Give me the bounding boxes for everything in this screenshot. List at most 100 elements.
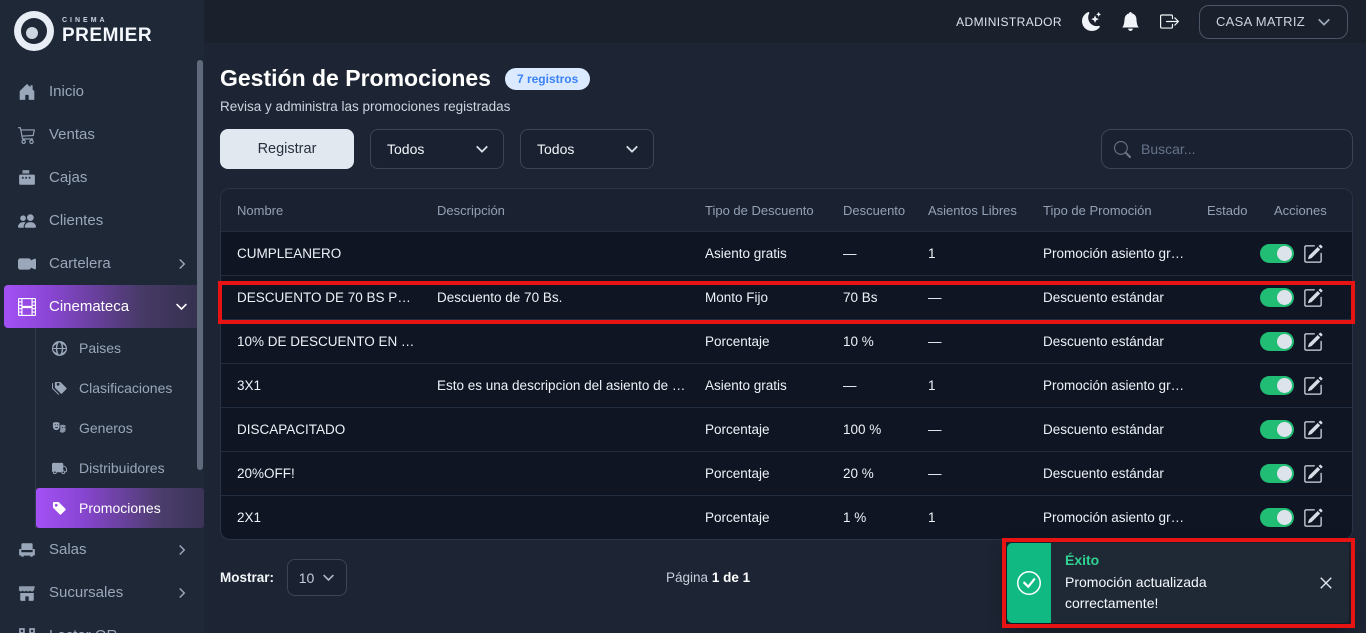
- register-button[interactable]: Registrar: [220, 129, 354, 169]
- cell-nombre: CUMPLEANERO: [221, 246, 421, 261]
- branch-selector[interactable]: CASA MATRIZ: [1199, 5, 1348, 39]
- film-icon: [18, 298, 36, 316]
- sidebar-item-cartelera[interactable]: Cartelera: [0, 242, 204, 285]
- brand-logo: CINEMA PREMIER: [0, 0, 204, 62]
- table-row: 20%OFF! Porcentaje 20 % — Descuento está…: [221, 451, 1352, 495]
- cell-tipo-promocion: Descuento estándar: [1027, 334, 1191, 349]
- close-icon[interactable]: [1319, 576, 1333, 590]
- cell-tipo-promocion: Promoción asiento gratis: [1027, 246, 1191, 261]
- status-toggle[interactable]: [1260, 376, 1294, 395]
- cell-descuento: 1 %: [827, 510, 912, 525]
- cell-descuento: 70 Bs: [827, 290, 912, 305]
- moon-stars-icon[interactable]: [1082, 12, 1101, 31]
- brand-logo-icon: [14, 11, 54, 51]
- cell-descuento: 10 %: [827, 334, 912, 349]
- sidebar-item-promociones[interactable]: Promociones: [36, 488, 204, 528]
- qr-code-icon: [18, 627, 36, 633]
- edit-button[interactable]: [1303, 332, 1323, 352]
- toast-stripe: [1007, 543, 1051, 623]
- edit-button[interactable]: [1303, 244, 1323, 264]
- cell-tipo-promocion: Descuento estándar: [1027, 466, 1191, 481]
- logout-icon[interactable]: [1160, 12, 1179, 31]
- sidebar-item-clasificaciones[interactable]: Clasificaciones: [36, 368, 204, 408]
- chevron-down-icon: [625, 142, 639, 156]
- status-toggle[interactable]: [1260, 464, 1294, 483]
- search-input[interactable]: [1141, 141, 1340, 157]
- cell-asientos-libres: —: [912, 334, 1027, 349]
- sidebar-item-label: Clientes: [49, 212, 103, 229]
- promo-type-filter[interactable]: Todos: [520, 129, 654, 169]
- check-circle-icon: [1017, 571, 1041, 595]
- edit-button[interactable]: [1303, 376, 1323, 396]
- sidebar-item-clientes[interactable]: Clientes: [0, 199, 204, 242]
- chevron-right-icon: [176, 544, 188, 556]
- edit-button[interactable]: [1303, 508, 1323, 528]
- truck-icon: [52, 461, 67, 476]
- table-row: DESCUENTO DE 70 BS POR CO... Descuento d…: [221, 275, 1352, 319]
- sidebar-item-salas[interactable]: Salas: [0, 528, 204, 571]
- sidebar-menu: Inicio Ventas Cajas Clientes Cartelera C…: [0, 62, 204, 633]
- cash-register-icon: [18, 169, 36, 187]
- toast-message: Promoción actualizada correctamente!: [1065, 572, 1265, 614]
- filter-value: Todos: [387, 141, 424, 157]
- sidebar-item-inicio[interactable]: Inicio: [0, 70, 204, 113]
- cell-descripcion: Esto es una descripcion del asiento de 3…: [421, 378, 689, 393]
- sidebar-item-distribuidores[interactable]: Distribuidores: [36, 448, 204, 488]
- chevron-down-icon: [1317, 15, 1331, 29]
- status-toggle[interactable]: [1260, 332, 1294, 351]
- masks-icon: [52, 421, 67, 436]
- page-title: Gestión de Promociones: [220, 65, 491, 92]
- sidebar-item-ventas[interactable]: Ventas: [0, 113, 204, 156]
- cell-nombre: DISCAPACITADO: [221, 422, 421, 437]
- chevron-right-icon: [176, 587, 188, 599]
- status-toggle[interactable]: [1260, 508, 1294, 527]
- chevron-right-icon: [176, 258, 188, 270]
- sidebar-item-lector-qr[interactable]: Lector QR: [0, 614, 204, 633]
- filter-value: Todos: [537, 141, 574, 157]
- bell-icon[interactable]: [1121, 12, 1140, 31]
- store-icon: [18, 584, 36, 602]
- discount-type-filter[interactable]: Todos: [370, 129, 504, 169]
- page-size-select[interactable]: 10: [287, 559, 347, 596]
- sidebar-item-label: Clasificaciones: [79, 380, 172, 396]
- edit-button[interactable]: [1303, 420, 1323, 440]
- edit-button[interactable]: [1303, 464, 1323, 484]
- globe-icon: [52, 341, 67, 356]
- cell-tipo-descuento: Asiento gratis: [689, 378, 827, 393]
- video-camera-icon: [18, 255, 36, 273]
- cell-tipo-promocion: Descuento estándar: [1027, 290, 1191, 305]
- cell-tipo-descuento: Asiento gratis: [689, 246, 827, 261]
- status-toggle[interactable]: [1260, 288, 1294, 307]
- cell-nombre: 3X1: [221, 378, 421, 393]
- sidebar-item-paises[interactable]: Paises: [36, 328, 204, 368]
- promotions-table: Nombre Descripción Tipo de Descuento Des…: [220, 188, 1353, 540]
- page-subtitle: Revisa y administra las promociones regi…: [220, 99, 1353, 114]
- column-header-descripcion: Descripción: [421, 203, 689, 218]
- sidebar-item-sucursales[interactable]: Sucursales: [0, 571, 204, 614]
- cell-tipo-promocion: Promoción asiento gratis: [1027, 510, 1191, 525]
- success-toast: Éxito Promoción actualizada correctament…: [1007, 543, 1349, 623]
- status-toggle[interactable]: [1260, 244, 1294, 263]
- sidebar-scrollbar[interactable]: [197, 60, 203, 470]
- sidebar-item-cajas[interactable]: Cajas: [0, 156, 204, 199]
- sidebar-item-label: Paises: [79, 340, 121, 356]
- cell-descripcion: Descuento de 70 Bs.: [421, 290, 689, 305]
- cell-descuento: 20 %: [827, 466, 912, 481]
- cell-descuento: —: [827, 246, 912, 261]
- column-header-asientos-libres: Asientos Libres: [912, 203, 1027, 218]
- tag-icon: [52, 501, 67, 516]
- cell-tipo-descuento: Porcentaje: [689, 334, 827, 349]
- column-header-acciones: Acciones: [1258, 203, 1352, 218]
- sidebar: CINEMA PREMIER Inicio Ventas Cajas Clien…: [0, 0, 204, 633]
- cell-descuento: —: [827, 378, 912, 393]
- status-toggle[interactable]: [1260, 420, 1294, 439]
- page-size-value: 10: [299, 570, 315, 586]
- pencil-square-icon: [1303, 288, 1323, 308]
- page-info: Página 1 de 1: [666, 570, 750, 585]
- sidebar-item-generos[interactable]: Generos: [36, 408, 204, 448]
- edit-button[interactable]: [1303, 288, 1323, 308]
- tags-icon: [52, 381, 67, 396]
- pencil-square-icon: [1303, 376, 1323, 396]
- sidebar-item-cinemateca[interactable]: Cinemateca: [4, 285, 200, 328]
- table-row: 2X1 Porcentaje 1 % 1 Promoción asiento g…: [221, 495, 1352, 539]
